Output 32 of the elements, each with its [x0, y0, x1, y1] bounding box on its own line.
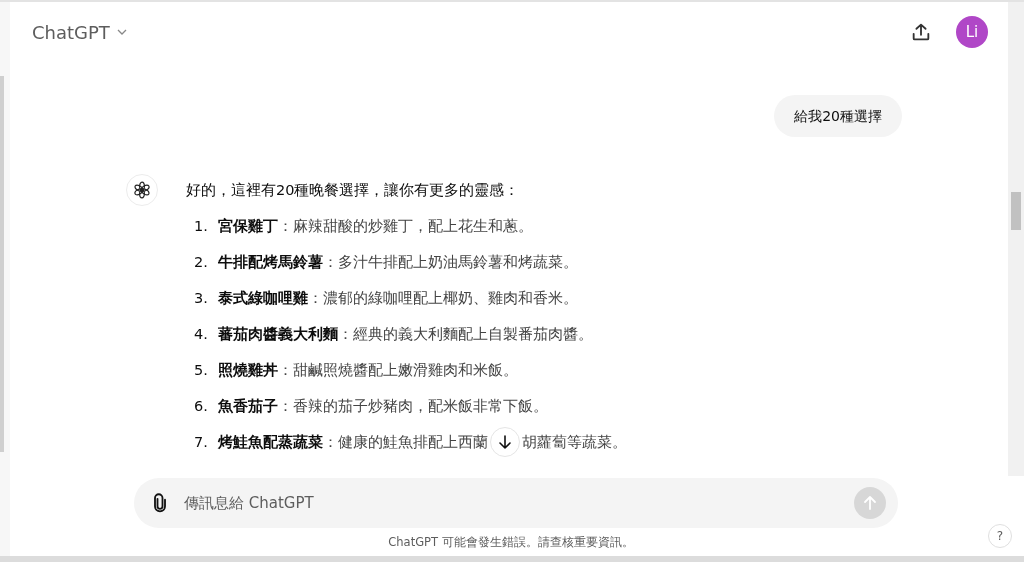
list-number: 1.	[194, 217, 209, 236]
list-number: 2.	[194, 253, 209, 272]
user-avatar[interactable]: Li	[956, 16, 988, 48]
list-number: 5.	[194, 361, 209, 380]
list-item-text: 照燒雞丼：甜鹹照燒醬配上嫩滑雞肉和米飯。	[218, 361, 518, 380]
response-text: 好的，這裡有20種晚餐選擇，讓你有更多的靈感：	[186, 181, 521, 200]
list-number: 3.	[194, 289, 209, 308]
share-icon[interactable]	[910, 21, 932, 43]
list-item-text: 宮保雞丁：麻辣甜酸的炒雞丁，配上花生和蔥。	[218, 217, 533, 236]
list-item-text: 牛排配烤馬鈴薯：多汁牛排配上奶油馬鈴薯和烤蔬菜。	[218, 253, 578, 272]
list-item-text: 蕃茄肉醬義大利麵：經典的義大利麵配上自製番茄肉醬。	[218, 325, 593, 344]
list-item-text: 胡蘿蔔等蔬菜。	[522, 433, 627, 452]
scroll-down-button[interactable]	[490, 427, 520, 457]
list-number: 7.	[194, 433, 209, 452]
flower-knot-icon	[133, 181, 151, 199]
message-input[interactable]: 傳訊息給 ChatGPT	[182, 493, 842, 513]
model-selector[interactable]: ChatGPT	[32, 21, 128, 43]
list-item-text: 烤鮭魚配蒸蔬菜：健康的鮭魚排配上西蘭	[218, 433, 488, 452]
arrow-up-icon	[862, 495, 878, 511]
scrollbar[interactable]	[1008, 2, 1024, 476]
list-number: 6.	[194, 397, 209, 416]
help-button[interactable]: ?	[988, 524, 1012, 548]
scrollbar-thumb[interactable]	[1011, 192, 1021, 230]
horizontal-scrollbar[interactable]	[0, 556, 1024, 562]
list-item-text: 泰式綠咖哩雞：濃郁的綠咖哩配上椰奶、雞肉和香米。	[218, 289, 578, 308]
arrow-down-icon	[497, 434, 513, 450]
user-message: 給我20種選擇	[774, 95, 902, 137]
list-number: 4.	[194, 325, 209, 344]
list-item-text: 魚香茄子：香辣的茄子炒豬肉，配米飯非常下飯。	[218, 397, 548, 416]
send-button[interactable]	[854, 487, 886, 519]
message-field[interactable]: 傳訊息給 ChatGPT	[134, 478, 898, 528]
disclaimer-text: ChatGPT 可能會發生錯誤。請查核重要資訊。	[388, 534, 634, 550]
